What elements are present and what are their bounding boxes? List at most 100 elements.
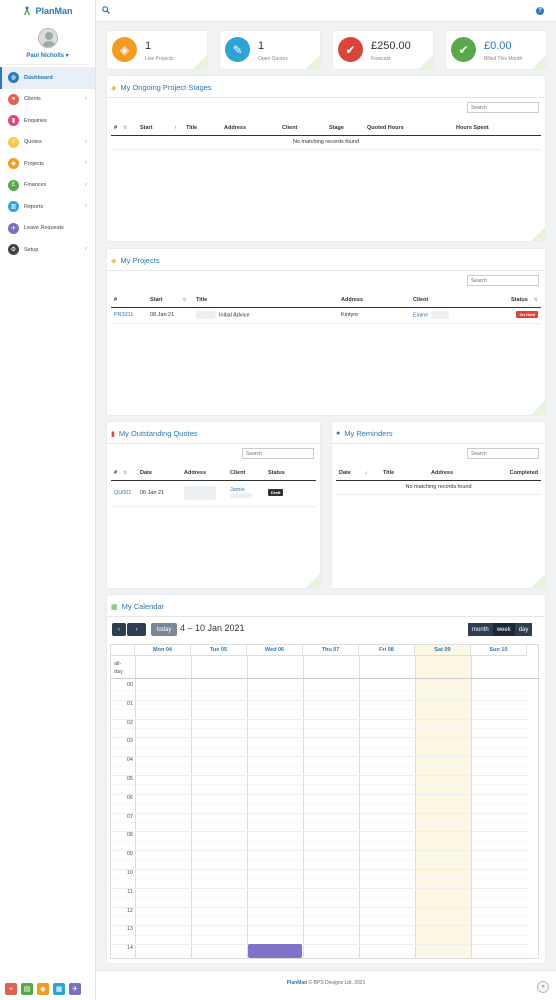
stat-card-billed-this-month[interactable]: ✔ £0.00 Billed This Month: [446, 31, 546, 69]
calendar-today-button[interactable]: today: [151, 623, 177, 636]
sort-icon: ⇅: [123, 469, 128, 476]
hour-line: [111, 718, 529, 720]
sidebar-item-quotes[interactable]: ≡ Quotes ‹: [0, 132, 95, 154]
col-header-date[interactable]: Date ↓: [336, 466, 380, 481]
sidebar-item-finances[interactable]: £ Finances ‹: [0, 175, 95, 197]
calendar-event[interactable]: [248, 944, 302, 958]
sidebar-item-clients[interactable]: ● Clients ‹: [0, 89, 95, 111]
col-header-date[interactable]: Date: [137, 466, 181, 481]
col-header-completed[interactable]: Completed: [488, 466, 541, 481]
sidebar-item-leave-requests[interactable]: ✈ Leave Requests: [0, 218, 95, 240]
sidebar-item-label: Clients: [24, 96, 41, 103]
sidebar-item-dashboard[interactable]: ◍ Dashboard: [0, 67, 95, 89]
day-header[interactable]: Sat 09: [415, 645, 471, 656]
add-leave-icon[interactable]: ✈: [69, 983, 81, 995]
quotes-search-input[interactable]: [242, 448, 314, 459]
half-hour-line: [111, 897, 529, 899]
table-row[interactable]: PR3211 08 Jan 21 Initial Advice Kintyre …: [111, 307, 541, 324]
project-id-link[interactable]: PR3211: [114, 312, 133, 318]
reminders-header-row: Date ↓ Title Address Completed: [336, 466, 541, 481]
day-header[interactable]: Sun 10: [471, 645, 527, 656]
sidebar-nav: ◍ Dashboard ● Clients ‹ ▮ Enquiries ≡ Quotes ‹ ◆ Pr…: [0, 67, 95, 261]
table-row[interactable]: QU001 06 Jan 21 Jamie Draft: [111, 480, 316, 507]
half-hour-line: [111, 746, 529, 748]
app-logo[interactable]: PlanMan: [0, 0, 95, 22]
col-header-address[interactable]: Address: [428, 466, 488, 481]
col-header-client[interactable]: Client: [279, 121, 326, 136]
day-column-line: [303, 656, 304, 958]
hour-line: [111, 906, 529, 908]
col-header-start[interactable]: Start ↑: [137, 121, 183, 136]
col-header-number[interactable]: # ⇅: [111, 121, 137, 136]
col-header-client[interactable]: Client: [410, 293, 507, 308]
calendar-prev-button[interactable]: ‹: [112, 623, 126, 636]
add-project-icon[interactable]: ◆: [37, 983, 49, 995]
col-label: Address: [341, 296, 364, 303]
col-label: Hours Spent: [456, 124, 489, 131]
day-header[interactable]: Fri 08: [359, 645, 415, 656]
quote-client[interactable]: Jamie: [227, 480, 265, 507]
col-header-client[interactable]: Client: [227, 466, 265, 481]
panel-corner: [531, 574, 545, 588]
col-header-number[interactable]: #: [111, 293, 147, 308]
search-icon[interactable]: [102, 6, 110, 14]
col-label: Address: [184, 469, 207, 476]
col-header-address[interactable]: Address: [221, 121, 279, 136]
stat-card-open-quotes[interactable]: ✎ 1 Open Quotes: [220, 31, 320, 69]
stat-value: £0.00: [484, 40, 512, 52]
dashboard-icon: ◍: [8, 72, 19, 84]
col-header-hours-spent[interactable]: Hours Spent: [453, 121, 541, 136]
reminders-panel: ● My Reminders Date ↓ Title Address Compl…: [332, 422, 545, 588]
avatar[interactable]: [37, 28, 58, 48]
add-quote-icon[interactable]: ▤: [21, 983, 33, 995]
col-header-title[interactable]: Title: [380, 466, 428, 481]
user-menu[interactable]: Paul Nicholls ▾: [0, 52, 95, 60]
add-client-icon[interactable]: +: [5, 983, 17, 995]
col-header-status[interactable]: Status ⇅: [507, 293, 541, 308]
add-document-icon[interactable]: ▦: [53, 983, 65, 995]
clients-icon: ●: [8, 93, 19, 105]
view-month-button[interactable]: month: [468, 623, 493, 636]
all-day-row[interactable]: all- day: [111, 656, 540, 679]
reminders-search-input[interactable]: [467, 448, 539, 459]
day-header[interactable]: Mon 04: [135, 645, 191, 656]
col-header-stage[interactable]: Stage: [326, 121, 364, 136]
day-header[interactable]: Tue 05: [191, 645, 247, 656]
view-day-button[interactable]: day: [514, 623, 533, 636]
projects-search-input[interactable]: [467, 275, 539, 286]
project-client-link[interactable]: Elaine: [413, 312, 428, 318]
col-header-number[interactable]: # ⇅: [111, 466, 137, 481]
calendar-next-button[interactable]: ›: [127, 623, 146, 636]
stat-label: Live Projects: [145, 56, 174, 62]
stat-card-forecast[interactable]: ✔ £250.00 Forecast: [333, 31, 433, 69]
project-client[interactable]: Elaine: [410, 307, 507, 324]
stat-card-live-projects[interactable]: ◈ 1 Live Projects: [107, 31, 207, 69]
scroll-top-button[interactable]: «: [537, 981, 549, 993]
col-header-title[interactable]: Title: [183, 121, 221, 136]
day-header[interactable]: Wed 06: [247, 645, 303, 656]
col-header-address[interactable]: Address: [338, 293, 410, 308]
sidebar-item-projects[interactable]: ◆ Projects ‹: [0, 153, 95, 175]
col-label: Title: [383, 469, 395, 476]
view-week-button[interactable]: week: [492, 623, 515, 636]
col-header-start[interactable]: Start ⇅: [147, 293, 193, 308]
hour-label: 04: [126, 757, 133, 764]
reminders-table: Date ↓ Title Address Completed No matchin…: [336, 466, 541, 495]
caret-down-icon: ▾: [65, 53, 69, 59]
project-id[interactable]: PR3211: [111, 307, 147, 324]
stages-search-input[interactable]: [467, 102, 539, 113]
day-header[interactable]: Thu 07: [303, 645, 359, 656]
quote-id[interactable]: QU001: [111, 480, 137, 507]
col-header-address[interactable]: Address: [181, 466, 227, 481]
chevron-left-icon: ‹: [85, 160, 87, 166]
help-icon[interactable]: ?: [536, 7, 544, 15]
sidebar-item-enquiries[interactable]: ▮ Enquiries: [0, 110, 95, 132]
col-header-title[interactable]: Title: [193, 293, 338, 308]
status-badge: Draft: [268, 489, 284, 496]
sidebar-item-reports[interactable]: ▥ Reports ‹: [0, 196, 95, 218]
hour-line: [111, 963, 529, 964]
quote-id-link[interactable]: QU001: [114, 490, 131, 496]
col-header-status[interactable]: Status: [265, 466, 316, 481]
col-header-quoted-hours[interactable]: Quoted Hours: [364, 121, 453, 136]
sidebar-item-setup[interactable]: ⚙ Setup ‹: [0, 239, 95, 261]
